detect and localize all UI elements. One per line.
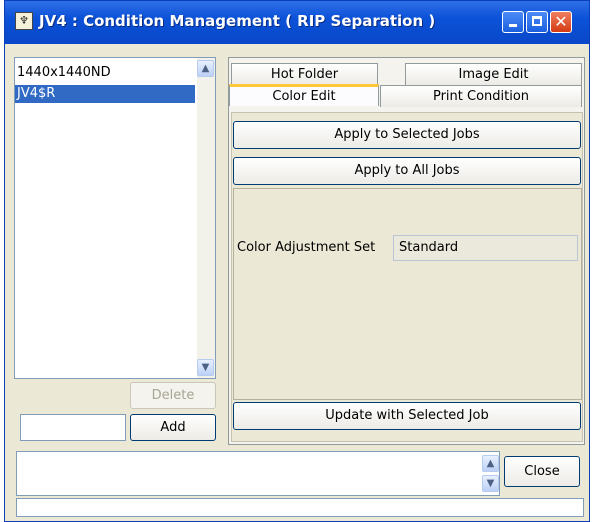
tab-hot-folder[interactable]: Hot Folder — [231, 63, 378, 85]
message-scroll-down-button[interactable]: ▼ — [482, 475, 499, 492]
minimize-button[interactable] — [502, 11, 524, 33]
chevron-down-icon: ▼ — [486, 478, 495, 489]
list-item[interactable]: JV4$R — [15, 85, 195, 103]
color-adjustment-set-value: Standard — [393, 235, 578, 261]
status-bar — [16, 498, 584, 517]
message-scroll-up-button[interactable]: ▲ — [482, 455, 499, 472]
close-button[interactable]: Close — [504, 456, 580, 487]
chevron-up-icon: ▲ — [486, 458, 495, 469]
condition-list[interactable]: 1440x1440ND JV4$R ▲ ▼ — [14, 57, 216, 379]
close-icon: ✕ — [554, 12, 568, 31]
list-item[interactable]: 1440x1440ND — [15, 64, 195, 82]
tab-image-edit[interactable]: Image Edit — [405, 63, 582, 85]
scroll-up-button[interactable]: ▲ — [197, 60, 214, 77]
apply-all-jobs-button[interactable]: Apply to All Jobs — [233, 157, 581, 185]
app-icon: ♆ — [15, 12, 33, 30]
update-selected-job-button[interactable]: Update with Selected Job — [233, 402, 581, 430]
color-adjustment-set-label: Color Adjustment Set — [237, 240, 376, 255]
apply-selected-jobs-button[interactable]: Apply to Selected Jobs — [233, 121, 581, 149]
tab-color-edit[interactable]: Color Edit — [229, 84, 379, 106]
message-area[interactable] — [16, 451, 500, 496]
minimize-icon — [509, 24, 517, 27]
maximize-button[interactable] — [526, 11, 548, 33]
scroll-down-button[interactable]: ▼ — [197, 359, 214, 376]
title-bar[interactable]: ♆ JV4 : Condition Management ( RIP Separ… — [5, 1, 589, 44]
tab-print-condition[interactable]: Print Condition — [380, 85, 582, 107]
add-name-field[interactable] — [20, 414, 126, 441]
list-scrollbar[interactable]: ▲ ▼ — [197, 58, 215, 378]
color-settings-group — [233, 188, 582, 400]
maximize-icon — [532, 16, 542, 26]
close-window-button[interactable]: ✕ — [550, 11, 572, 33]
window-title: JV4 : Condition Management ( RIP Separat… — [39, 12, 436, 30]
delete-button[interactable]: Delete — [130, 382, 216, 409]
chevron-down-icon: ▼ — [201, 362, 210, 373]
add-button[interactable]: Add — [130, 414, 216, 441]
chevron-up-icon: ▲ — [201, 63, 210, 74]
